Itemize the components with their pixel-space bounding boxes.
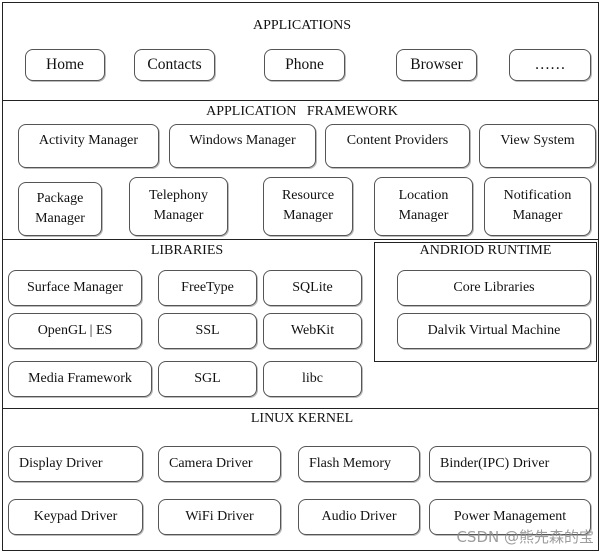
k-display-driver: Display Driver bbox=[8, 446, 143, 482]
app-browser: Browser bbox=[396, 49, 477, 81]
libraries-title: LIBRARIES bbox=[150, 243, 224, 258]
fw-resource-line2: Manager bbox=[283, 208, 333, 223]
fw-location-manager: Location Manager bbox=[374, 177, 473, 236]
fw-resource-line1: Resource bbox=[281, 188, 335, 203]
fw-view-system: View System bbox=[479, 124, 596, 168]
divider-framework bbox=[2, 100, 599, 101]
rt-dalvik-vm: Dalvik Virtual Machine bbox=[397, 313, 591, 349]
k-audio-driver: Audio Driver bbox=[298, 499, 420, 535]
k-camera-driver: Camera Driver bbox=[158, 446, 281, 482]
fw-telephony-line1: Telephony bbox=[149, 188, 208, 203]
fw-package-line2: Manager bbox=[35, 211, 85, 226]
fw-telephony-manager: Telephony Manager bbox=[129, 177, 228, 236]
app-home: Home bbox=[25, 49, 105, 81]
runtime-title: ANDRIOD RUNTIME bbox=[419, 243, 552, 258]
lib-webkit: WebKit bbox=[263, 313, 362, 349]
watermark: CSDN @熊先森的宝 bbox=[456, 528, 594, 546]
k-flash-memory: Flash Memory bbox=[298, 446, 420, 482]
divider-libraries bbox=[2, 239, 599, 240]
fw-notification-line2: Manager bbox=[512, 208, 563, 223]
fw-location-line2: Manager bbox=[398, 208, 449, 223]
rt-core-libraries: Core Libraries bbox=[397, 270, 591, 306]
k-wifi-driver: WiFi Driver bbox=[158, 499, 281, 535]
lib-libc: libc bbox=[263, 361, 362, 397]
k-keypad-driver: Keypad Driver bbox=[8, 499, 143, 535]
lib-surface-manager: Surface Manager bbox=[8, 270, 142, 306]
fw-package-line1: Package bbox=[36, 191, 84, 206]
fw-telephony-line2: Manager bbox=[153, 208, 204, 223]
lib-freetype: FreeType bbox=[158, 270, 257, 306]
lib-sgl: SGL bbox=[158, 361, 257, 397]
framework-title: APPLICATION FRAMEWORK bbox=[206, 104, 398, 119]
fw-location-line1: Location bbox=[398, 188, 449, 203]
app-phone: Phone bbox=[264, 49, 345, 81]
fw-notification-line1: Notification bbox=[503, 188, 572, 203]
app-more: …… bbox=[509, 49, 591, 81]
divider-kernel bbox=[2, 408, 599, 409]
fw-notification-manager: Notification Manager bbox=[484, 177, 591, 236]
lib-sqlite: SQLite bbox=[263, 270, 362, 306]
k-binder-ipc-driver: Binder(IPC) Driver bbox=[429, 446, 591, 482]
lib-opengl-es: OpenGL | ES bbox=[8, 313, 142, 349]
lib-ssl: SSL bbox=[158, 313, 257, 349]
app-contacts: Contacts bbox=[134, 49, 215, 81]
fw-activity-manager: Activity Manager bbox=[18, 124, 159, 168]
kernel-title: LINUX KERNEL bbox=[250, 411, 354, 426]
fw-resource-manager: Resource Manager bbox=[263, 177, 353, 236]
applications-title: APPLICATIONS bbox=[252, 18, 351, 33]
lib-media-framework: Media Framework bbox=[8, 361, 152, 397]
fw-content-providers: Content Providers bbox=[325, 124, 470, 168]
fw-package-manager: Package Manager bbox=[18, 182, 102, 236]
fw-windows-manager: Windows Manager bbox=[169, 124, 316, 168]
